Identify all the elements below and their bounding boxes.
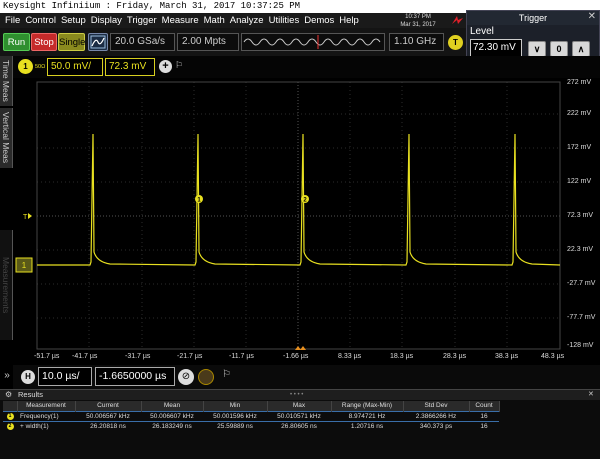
column-header: [3, 401, 18, 411]
table-cell: 50.001596 kHz: [203, 410, 267, 422]
y-tick-label: 122 mV: [567, 178, 592, 185]
y-tick-label: 172 mV: [567, 144, 592, 151]
table-cell: 340.373 ps: [419, 422, 453, 430]
table-cell: 50.006607 kHz: [141, 410, 203, 422]
table-row[interactable]: 2 + width(1) 26.20818 ns 26.183249 ns 25…: [3, 421, 499, 431]
x-tick-label: -1.66 µs: [283, 353, 309, 360]
results-grip-icon[interactable]: • • • •: [290, 390, 303, 400]
results-header: ⚙ Results • • • • ✕: [0, 389, 600, 400]
table-cell: 50.010571 kHz: [267, 410, 331, 422]
y-tick-label: 22.3 mV: [567, 246, 594, 253]
table-cell: + width(1): [20, 422, 49, 430]
expand-left-icon[interactable]: »: [1, 368, 13, 384]
table-cell: 26.20818 ns: [90, 422, 126, 430]
x-tick-label: 38.3 µs: [495, 353, 519, 360]
row-index-badge: 1: [6, 413, 14, 420]
x-tick-label: -11.7 µs: [229, 353, 254, 360]
time-scale-field[interactable]: 10.0 µs/: [38, 367, 92, 386]
row-index-badge: 2: [6, 423, 14, 431]
column-header: Min: [203, 401, 268, 411]
column-header: Measurement: [17, 401, 76, 411]
table-cell: 16: [469, 410, 499, 422]
results-close-icon[interactable]: ✕: [588, 390, 594, 400]
results-table: Measurement Current Mean Min Max Range (…: [3, 401, 500, 431]
column-header: Std Dev: [403, 401, 470, 411]
waveform-display[interactable]: 1 2 T 1: [0, 0, 600, 365]
table-cell: 50.006567 kHz: [75, 410, 141, 422]
row-index: 2: [3, 421, 17, 431]
results-header-row: Measurement Current Mean Min Max Range (…: [3, 401, 500, 411]
zoom-icon[interactable]: ⊘: [178, 369, 194, 385]
table-cell: Frequency(1): [17, 410, 75, 422]
svg-text:T: T: [23, 214, 28, 221]
y-tick-label: -77.7 mV: [567, 314, 596, 321]
x-tick-label: 28.3 µs: [443, 353, 467, 360]
column-header: Range (Max-Min): [331, 401, 404, 411]
table-cell: 2.3866266 Hz: [403, 410, 469, 422]
y-tick-label: -27.7 mV: [567, 280, 596, 287]
horizontal-button[interactable]: H: [21, 370, 35, 384]
results-title: Results: [18, 390, 44, 399]
horizontal-knob-icon[interactable]: [198, 369, 214, 385]
x-tick-label: -41.7 µs: [72, 353, 98, 360]
svg-text:1: 1: [22, 261, 27, 270]
table-cell: 26.183249 ns: [152, 422, 192, 430]
time-position-field[interactable]: -1.6650000 µs: [95, 367, 175, 386]
table-cell: 26.80605 ns: [281, 422, 317, 430]
row-index: 1: [3, 410, 17, 422]
x-tick-label: -51.7 µs: [34, 353, 60, 360]
column-header: Count: [469, 401, 500, 411]
channel-ground-marker[interactable]: 1: [15, 257, 33, 273]
column-header: Current: [75, 401, 142, 411]
y-tick-label: 222 mV: [567, 110, 592, 117]
y-tick-label: -128 mV: [567, 342, 594, 349]
gear-icon[interactable]: ⚙: [5, 390, 12, 400]
x-tick-label: 48.3 µs: [541, 353, 565, 360]
table-cell: 16: [480, 422, 488, 430]
table-cell: 1.20716 ns: [350, 422, 384, 430]
table-row[interactable]: 1 Frequency(1) 50.006567 kHz 50.006607 k…: [3, 410, 499, 422]
column-header: Max: [267, 401, 332, 411]
column-header: Mean: [141, 401, 204, 411]
y-tick-label: 72.3 mV: [567, 212, 594, 219]
x-tick-label: 18.3 µs: [390, 353, 414, 360]
x-tick-label: 8.33 µs: [338, 353, 362, 360]
table-cell: 25.59889 ns: [217, 422, 253, 430]
table-cell: 8.974721 Hz: [331, 410, 403, 422]
y-tick-label: 272 mV: [567, 79, 592, 86]
x-tick-label: -21.7 µs: [177, 353, 203, 360]
x-tick-label: -31.7 µs: [125, 353, 151, 360]
horizontal-flag-icon[interactable]: ⚐: [222, 369, 231, 380]
